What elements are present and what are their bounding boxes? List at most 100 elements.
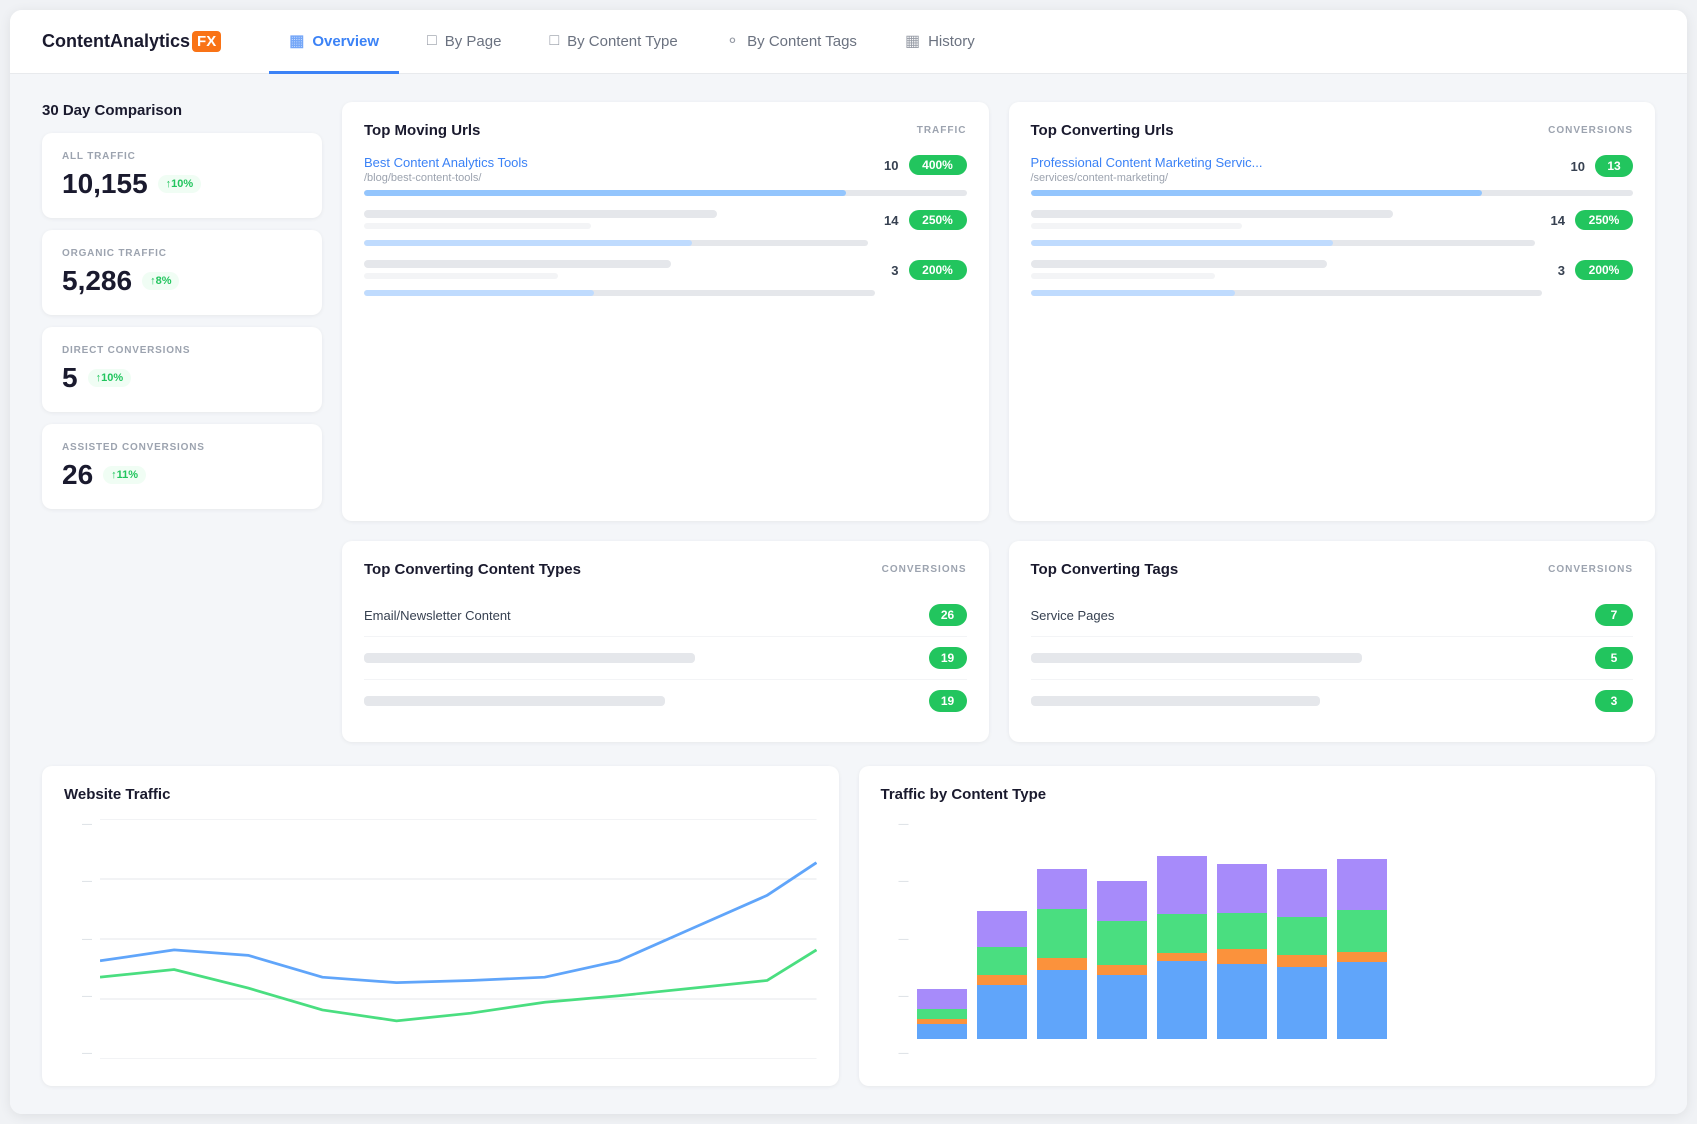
converting-placeholder-1: 14 250% bbox=[1031, 210, 1634, 246]
website-traffic-title: Website Traffic bbox=[64, 786, 817, 803]
url-path-0: /blog/best-content-tools/ bbox=[364, 172, 884, 184]
content-type-placeholder-1: 19 bbox=[364, 637, 967, 680]
logo-fx: FX bbox=[192, 31, 221, 52]
dashboard-middle: Top Converting Content Types CONVERSIONS… bbox=[42, 541, 1655, 742]
stat-organic-label: ORGANIC TRAFFIC bbox=[62, 248, 302, 259]
app-container: ContentAnalyticsFX ▦ Overview □ By Page … bbox=[10, 10, 1687, 1114]
logo-text: ContentAnalytics bbox=[42, 31, 190, 52]
tag-placeholder-line-1 bbox=[1031, 653, 1362, 663]
tag-badge-1: 5 bbox=[1595, 647, 1633, 669]
y-label-4: — bbox=[64, 819, 92, 830]
y-labels: — — — — — bbox=[64, 819, 92, 1059]
dashboard-top: 30 Day Comparison ALL TRAFFIC 10,155 ↑10… bbox=[42, 102, 1655, 521]
bar-y-1: — bbox=[881, 991, 909, 1002]
bar-col-6 bbox=[1277, 819, 1327, 1039]
stat-card-assisted: ASSISTED CONVERSIONS 26 ↑11% bbox=[42, 424, 322, 509]
url-item-0: Best Content Analytics Tools /blog/best-… bbox=[364, 155, 967, 196]
tab-bycontenttags-label: By Content Tags bbox=[747, 33, 857, 50]
tab-history[interactable]: ▦ History bbox=[885, 11, 995, 74]
tag-placeholder-line-2 bbox=[1031, 696, 1320, 706]
bar-col-3 bbox=[1097, 819, 1147, 1039]
bar-col-1 bbox=[977, 819, 1027, 1039]
stat-all-traffic-badge: ↑10% bbox=[158, 175, 202, 193]
top-tags-panel: Top Converting Tags CONVERSIONS Service … bbox=[1009, 541, 1656, 742]
tag-placeholder-1: 5 bbox=[1031, 637, 1634, 680]
stat-all-traffic-value: 10,155 bbox=[62, 168, 148, 200]
tag-name-0: Service Pages bbox=[1031, 608, 1115, 623]
bar-col-2 bbox=[1037, 819, 1087, 1039]
comparison-title: 30 Day Comparison bbox=[42, 102, 322, 119]
stat-direct-label: DIRECT CONVERSIONS bbox=[62, 345, 302, 356]
stat-assisted-value: 26 bbox=[62, 459, 93, 491]
bar-y-0: — bbox=[881, 1048, 909, 1059]
traffic-by-type-title: Traffic by Content Type bbox=[881, 786, 1634, 803]
bar-y-3: — bbox=[881, 876, 909, 887]
top-tags-header: Top Converting Tags CONVERSIONS bbox=[1031, 561, 1634, 578]
stat-direct-badge: ↑10% bbox=[88, 369, 132, 387]
tag-item-0: Service Pages 7 bbox=[1031, 594, 1634, 637]
top-converting-urls-header: Top Converting Urls CONVERSIONS bbox=[1031, 122, 1634, 139]
top-moving-urls-subtitle: TRAFFIC bbox=[917, 125, 967, 136]
stat-assisted-label: ASSISTED CONVERSIONS bbox=[62, 442, 302, 453]
converting-placeholder-badge-2: 200% bbox=[1575, 260, 1633, 280]
stat-organic-badge: ↑8% bbox=[142, 272, 179, 290]
top-moving-urls-header: Top Moving Urls TRAFFIC bbox=[364, 122, 967, 139]
tab-bypage[interactable]: □ By Page bbox=[407, 11, 521, 74]
top-converting-urls-title: Top Converting Urls bbox=[1031, 122, 1174, 139]
y-label-2: — bbox=[64, 934, 92, 945]
tab-bypage-label: By Page bbox=[445, 33, 502, 50]
converting-placeholder-count-2: 3 bbox=[1558, 263, 1565, 278]
bar-chart-area bbox=[917, 819, 1634, 1039]
converting-url-item-0: Professional Content Marketing Servic...… bbox=[1031, 155, 1634, 196]
converting-placeholder-2: 3 200% bbox=[1031, 260, 1634, 296]
url-link-0[interactable]: Best Content Analytics Tools bbox=[364, 155, 884, 170]
tab-overview[interactable]: ▦ Overview bbox=[269, 11, 399, 74]
tab-bycontenttags[interactable]: ⚬ By Content Tags bbox=[706, 11, 877, 74]
url-placeholder-count-1: 14 bbox=[884, 213, 898, 228]
tab-bycontenttype[interactable]: □ By Content Type bbox=[529, 11, 697, 74]
website-traffic-panel: Website Traffic — — — — — bbox=[42, 766, 839, 1086]
content-types-title: Top Converting Content Types bbox=[364, 561, 581, 578]
tag-placeholder-2: 3 bbox=[1031, 680, 1634, 722]
bypage-icon: □ bbox=[427, 32, 437, 50]
content-type-placeholder-2: 19 bbox=[364, 680, 967, 722]
top-moving-urls-panel: Top Moving Urls TRAFFIC Best Content Ana… bbox=[342, 102, 989, 521]
content-type-badge-1: 19 bbox=[929, 647, 967, 669]
bar-col-7 bbox=[1337, 819, 1387, 1039]
top-tags-subtitle: CONVERSIONS bbox=[1548, 564, 1633, 575]
traffic-by-type-panel: Traffic by Content Type — — — — — bbox=[859, 766, 1656, 1086]
y-label-1: — bbox=[64, 991, 92, 1002]
converting-url-badge-0: 13 bbox=[1595, 155, 1633, 177]
bar-y-labels: — — — — — bbox=[881, 819, 909, 1059]
tag-badge-2: 3 bbox=[1595, 690, 1633, 712]
url-placeholder-badge-1: 250% bbox=[909, 210, 967, 230]
overview-icon: ▦ bbox=[289, 31, 304, 51]
url-count-0: 10 bbox=[884, 158, 898, 173]
tab-overview-label: Overview bbox=[312, 33, 379, 50]
content-types-header: Top Converting Content Types CONVERSIONS bbox=[364, 561, 967, 578]
history-icon: ▦ bbox=[905, 31, 920, 51]
line-chart-svg bbox=[100, 819, 817, 1059]
tag-badge-0: 7 bbox=[1595, 604, 1633, 626]
line-chart-area: — — — — — bbox=[64, 819, 817, 1059]
nav-tabs: ▦ Overview □ By Page □ By Content Type ⚬… bbox=[269, 10, 995, 73]
converting-url-path-0: /services/content-marketing/ bbox=[1031, 172, 1571, 184]
bar-col-4 bbox=[1157, 819, 1207, 1039]
converting-url-link-0[interactable]: Professional Content Marketing Servic... bbox=[1031, 155, 1571, 170]
converting-placeholder-count-1: 14 bbox=[1551, 213, 1565, 228]
bycontenttype-icon: □ bbox=[549, 32, 559, 50]
bar-col-0 bbox=[917, 819, 967, 1039]
content-types-panel: Top Converting Content Types CONVERSIONS… bbox=[342, 541, 989, 742]
charts-grid: Website Traffic — — — — — bbox=[42, 766, 1655, 1086]
converting-url-count-0: 10 bbox=[1571, 159, 1585, 174]
converting-placeholder-badge-1: 250% bbox=[1575, 210, 1633, 230]
comparison-section: 30 Day Comparison ALL TRAFFIC 10,155 ↑10… bbox=[42, 102, 322, 521]
y-label-3: — bbox=[64, 876, 92, 887]
top-converting-urls-panel: Top Converting Urls CONVERSIONS Professi… bbox=[1009, 102, 1656, 521]
content-type-placeholder-line-2 bbox=[364, 696, 665, 706]
content-type-badge-0: 26 bbox=[929, 604, 967, 626]
content-types-subtitle: CONVERSIONS bbox=[882, 564, 967, 575]
stat-card-direct: DIRECT CONVERSIONS 5 ↑10% bbox=[42, 327, 322, 412]
bar-y-2: — bbox=[881, 934, 909, 945]
top-moving-urls-title: Top Moving Urls bbox=[364, 122, 480, 139]
